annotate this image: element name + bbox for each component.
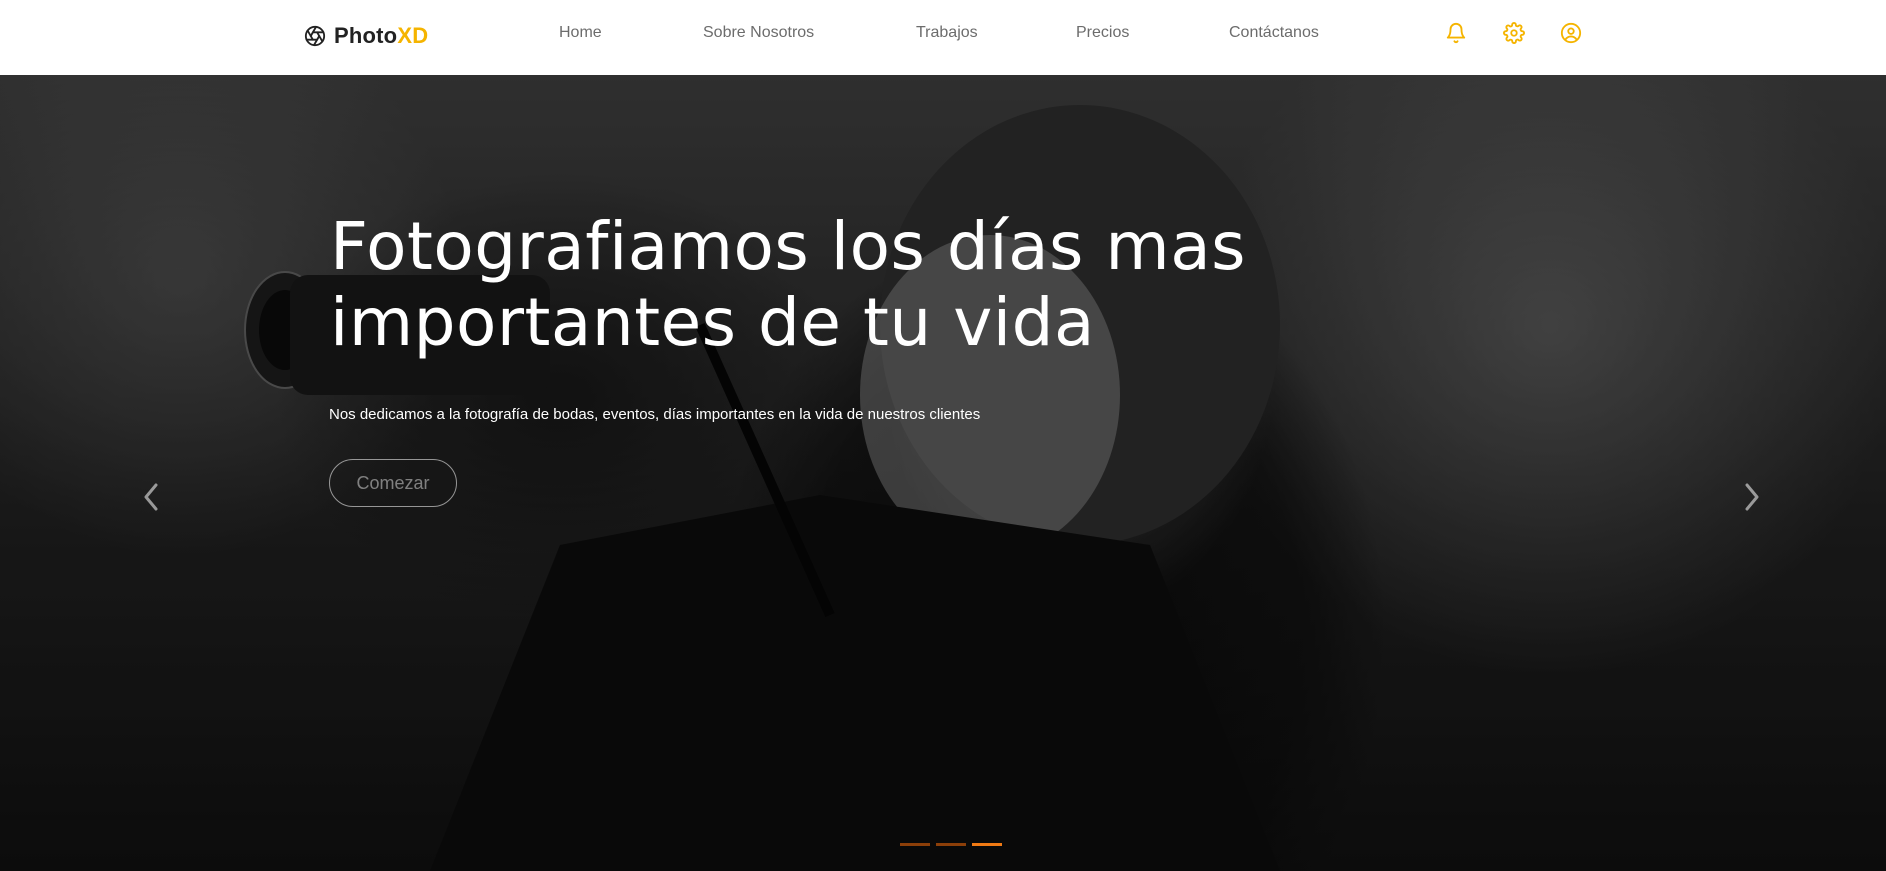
brand-name-main: Photo [334,23,398,48]
nav-link-sobre-nosotros[interactable]: Sobre Nosotros [703,24,814,42]
carousel-indicator-1[interactable] [900,843,930,846]
nav-link-trabajos[interactable]: Trabajos [916,24,978,42]
aperture-icon [304,25,326,47]
brand-name: PhotoXD [334,23,428,49]
hero-overlay [0,75,1886,871]
chevron-right-icon[interactable] [1732,477,1772,517]
brand-name-accent: XD [397,23,429,48]
hero-title: Fotografiamos los días mas importantes d… [330,208,1247,361]
hero-carousel: Fotografiamos los días mas importantes d… [0,75,1886,871]
brand-logo-link[interactable]: PhotoXD [304,20,428,52]
start-button[interactable]: Comezar [329,459,457,507]
chevron-left-icon[interactable] [131,477,171,517]
nav-link-precios[interactable]: Precios [1076,24,1129,42]
carousel-indicator-2[interactable] [936,843,966,846]
carousel-indicators [900,843,1002,847]
gear-icon[interactable] [1502,21,1526,45]
navbar: PhotoXD Home Sobre Nosotros Trabajos Pre… [0,0,1886,75]
nav-link-contactanos[interactable]: Contáctanos [1229,24,1319,42]
user-circle-icon[interactable] [1559,21,1583,45]
bell-icon[interactable] [1444,21,1468,45]
hero-subtitle: Nos dedicamos a la fotografía de bodas, … [329,406,981,423]
nav-link-home[interactable]: Home [559,24,602,42]
carousel-indicator-3[interactable] [972,843,1002,846]
